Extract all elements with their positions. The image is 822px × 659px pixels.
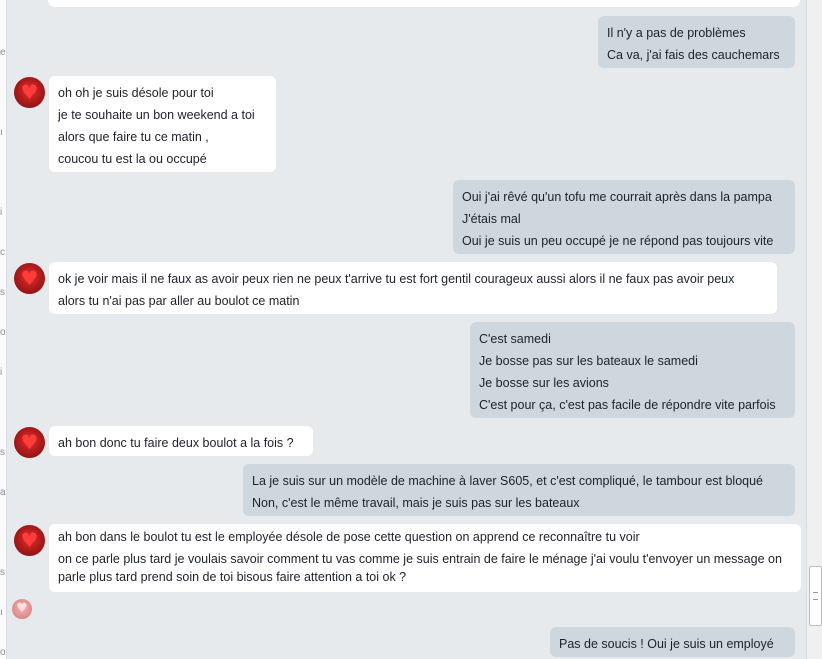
message-bubble-outgoing[interactable]: Pas de soucis ! Oui je suis un employé: [550, 627, 795, 657]
message-line: alors tu n'ai pas par aller au boulot ce…: [58, 294, 300, 308]
heart-avatar-icon[interactable]: ♥: [14, 427, 45, 458]
message-line: C'est samedi: [479, 332, 551, 346]
heart-avatar-icon[interactable]: ♥: [14, 77, 45, 108]
heart-avatar-icon[interactable]: ♥: [14, 525, 45, 556]
message-line: ah bon donc tu faire deux boulot a la fo…: [58, 436, 294, 450]
message-line: Oui j'ai rêvé qu'un tofu me courrait apr…: [462, 190, 772, 204]
message-bubble-outgoing[interactable]: C'est samedi Je bosse pas sur les bateau…: [470, 322, 795, 418]
message-bubble-incoming[interactable]: ah bon dans le boulot tu est le employée…: [49, 524, 801, 592]
message-bubble-incoming[interactable]: ok je voir mais il ne faux as avoir peux…: [49, 262, 777, 314]
message-line: C'est pour ça, c'est pas facile de répon…: [479, 398, 776, 412]
message-bubble-incoming[interactable]: oh oh je suis désole pour toi je te souh…: [49, 76, 276, 172]
message-bubble-outgoing[interactable]: La je suis sur un modèle de machine à la…: [243, 464, 795, 516]
message-line: ok je voir mais il ne faux as avoir peux…: [58, 272, 735, 286]
scrollbar-grip-icon: [813, 592, 818, 600]
heart-avatar-icon[interactable]: ♥: [14, 263, 45, 294]
message-line: J'étais mal: [462, 212, 521, 226]
message-line: Pas de soucis ! Oui je suis un employé: [559, 637, 774, 651]
message-line: oh oh je suis désole pour toi: [58, 86, 214, 100]
message-line: Il n'y a pas de problèmes: [607, 26, 746, 40]
message-bubble-outgoing[interactable]: Il n'y a pas de problèmes Ca va, j'ai fa…: [598, 16, 795, 68]
message-line: ah bon dans le boulot tu est le employée…: [58, 530, 640, 544]
message-bubble-outgoing[interactable]: Oui j'ai rêvé qu'un tofu me courrait apr…: [453, 180, 795, 254]
message-line: Je bosse pas sur les bateaux le samedi: [479, 354, 698, 368]
message-bubble-incoming[interactable]: ah bon donc tu faire deux boulot a la fo…: [49, 426, 313, 456]
message-line: alors que faire tu ce matin ,: [58, 130, 209, 144]
vertical-scrollbar[interactable]: [806, 0, 822, 659]
message-line: Ca va, j'ai fais des cauchemars: [607, 48, 780, 62]
scrollbar-thumb[interactable]: [809, 566, 822, 626]
left-panel-edge: e ı i c s o i s a s ı o: [0, 0, 7, 659]
message-line: on ce parle plus tard je voulais savoir …: [58, 552, 782, 584]
message-line: Oui je suis un peu occupé je ne répond p…: [462, 234, 774, 248]
message-line: La je suis sur un modèle de machine à la…: [252, 474, 764, 488]
message-line: je te souhaite un bon weekend a toi: [58, 108, 255, 122]
previous-message-bubble-edge: [48, 0, 800, 7]
message-line: Non, c'est le même travail, mais je suis…: [252, 496, 580, 510]
heart-avatar-icon[interactable]: ♥: [12, 599, 32, 619]
message-line: coucou tu est la ou occupé: [58, 152, 207, 166]
message-line: Je bosse sur les avions: [479, 376, 609, 390]
